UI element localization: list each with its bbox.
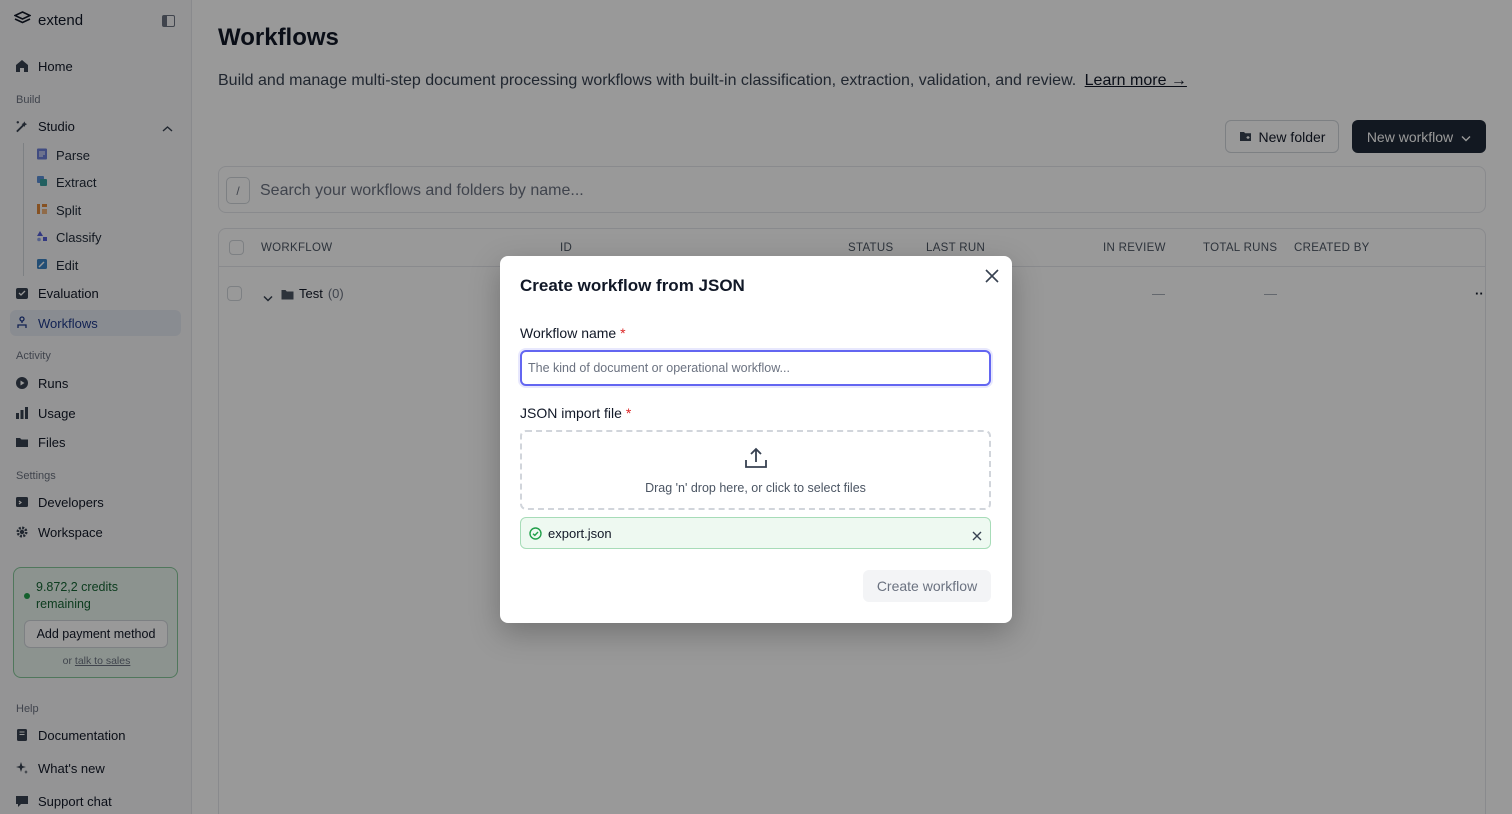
workflow-name-label-text: Workflow name bbox=[520, 325, 617, 341]
workflow-name-input[interactable] bbox=[520, 350, 991, 386]
required-mark: * bbox=[620, 325, 626, 341]
workflow-name-label: Workflow name * bbox=[520, 325, 626, 341]
create-workflow-modal: Create workflow from JSON Workflow name … bbox=[500, 256, 1012, 623]
json-file-label: JSON import file * bbox=[520, 405, 631, 421]
upload-icon bbox=[744, 446, 768, 475]
dropzone-hint: Drag 'n' drop here, or click to select f… bbox=[645, 481, 866, 495]
selected-file: export.json bbox=[520, 517, 991, 549]
remove-file-icon[interactable] bbox=[972, 528, 982, 546]
create-workflow-button[interactable]: Create workflow bbox=[863, 570, 991, 602]
close-icon[interactable] bbox=[984, 268, 1000, 284]
modal-title: Create workflow from JSON bbox=[520, 276, 745, 295]
json-file-label-text: JSON import file bbox=[520, 405, 622, 421]
file-name: export.json bbox=[548, 526, 612, 541]
file-dropzone[interactable]: Drag 'n' drop here, or click to select f… bbox=[520, 430, 991, 510]
check-circle-icon bbox=[529, 527, 542, 545]
required-mark: * bbox=[625, 405, 632, 421]
